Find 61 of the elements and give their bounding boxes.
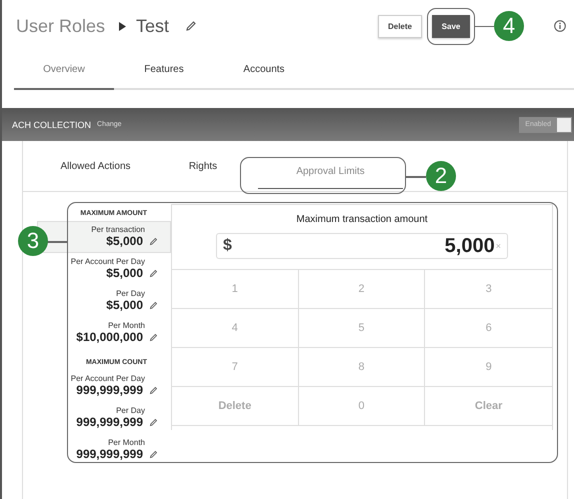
tab[interactable]: Allowed Actions bbox=[23, 141, 168, 191]
limit-item[interactable]: Per Month $10,000,000 bbox=[37, 317, 171, 349]
keypad-key[interactable]: 0 bbox=[298, 387, 426, 426]
tab[interactable]: Features bbox=[114, 52, 214, 90]
limit-value: $10,000,000 bbox=[76, 330, 143, 344]
limit-value: 999,999,999 bbox=[76, 447, 143, 461]
breadcrumb-link[interactable]: User Roles bbox=[16, 16, 106, 36]
pencil-icon[interactable] bbox=[185, 20, 198, 32]
leader-line bbox=[406, 176, 426, 178]
keypad-key[interactable]: 2 bbox=[298, 270, 426, 309]
tab[interactable]: Overview bbox=[14, 52, 114, 90]
tab[interactable]: Rights bbox=[168, 141, 238, 191]
pencil-icon[interactable] bbox=[149, 418, 158, 426]
save-button[interactable]: Save bbox=[432, 14, 470, 38]
step-badge: 2 bbox=[426, 161, 456, 191]
pencil-icon[interactable] bbox=[149, 268, 158, 278]
limit-item[interactable]: Per Day 999,999,999 bbox=[37, 402, 171, 434]
limit-label: Per Month bbox=[108, 321, 145, 330]
editor-title: Maximum transaction amount bbox=[296, 214, 428, 225]
info-icon[interactable] bbox=[554, 20, 566, 32]
limit-value: $5,000 bbox=[106, 298, 143, 312]
keypad-key[interactable]: 7 bbox=[172, 348, 299, 387]
leader-line bbox=[47, 241, 67, 242]
pencil-icon[interactable] bbox=[149, 450, 158, 458]
limit-label: Per transaction bbox=[91, 225, 145, 234]
keypad-key[interactable]: Delete bbox=[172, 387, 299, 426]
delete-button[interactable]: Delete bbox=[378, 14, 422, 38]
caret-icon bbox=[119, 22, 126, 30]
step-badge: 3 bbox=[18, 226, 48, 256]
amount-value: 5,000 bbox=[444, 234, 495, 258]
pencil-icon[interactable] bbox=[149, 332, 158, 342]
limit-value: $5,000 bbox=[106, 234, 143, 248]
amount-field[interactable]: $ 5,000× bbox=[216, 233, 508, 259]
limit-label: Per Day bbox=[116, 406, 145, 415]
limit-value: 999,999,999 bbox=[76, 383, 143, 397]
keypad-key[interactable]: 8 bbox=[298, 348, 426, 387]
pencil-icon[interactable] bbox=[149, 386, 158, 394]
keypad-key[interactable]: 1 bbox=[172, 270, 299, 309]
limit-label: Per Account Per Day bbox=[70, 374, 145, 383]
limit-item[interactable]: Per Month 999,999,999 bbox=[37, 434, 171, 466]
limit-value: 999,999,999 bbox=[76, 415, 143, 429]
limit-item[interactable]: Per transaction $5,000 bbox=[37, 221, 171, 253]
leader-line bbox=[475, 26, 494, 27]
limit-label: Per Account Per Day bbox=[70, 257, 145, 266]
section-title: ACH COLLECTION bbox=[12, 120, 92, 130]
limit-item[interactable]: Per Account Per Day $5,000 bbox=[37, 253, 171, 285]
page-title: Test bbox=[136, 16, 170, 36]
pencil-icon[interactable] bbox=[149, 236, 158, 246]
tab[interactable]: Accounts bbox=[214, 52, 314, 90]
limit-value: $5,000 bbox=[106, 266, 143, 280]
pencil-icon[interactable] bbox=[149, 300, 158, 310]
limit-label: Per Day bbox=[116, 289, 145, 298]
limit-item[interactable]: Per Account Per Day 999,999,999 bbox=[37, 370, 171, 402]
tab[interactable]: Approval Limits bbox=[258, 149, 403, 189]
keypad-key[interactable]: 4 bbox=[172, 309, 299, 348]
keypad-key[interactable]: 5 bbox=[298, 309, 426, 348]
step-badge: 4 bbox=[494, 10, 524, 40]
limit-label: Per Month bbox=[108, 438, 145, 447]
highlight-outline bbox=[427, 8, 475, 44]
currency-symbol: $ bbox=[223, 237, 232, 255]
limit-item[interactable]: Per Day $5,000 bbox=[37, 285, 171, 317]
